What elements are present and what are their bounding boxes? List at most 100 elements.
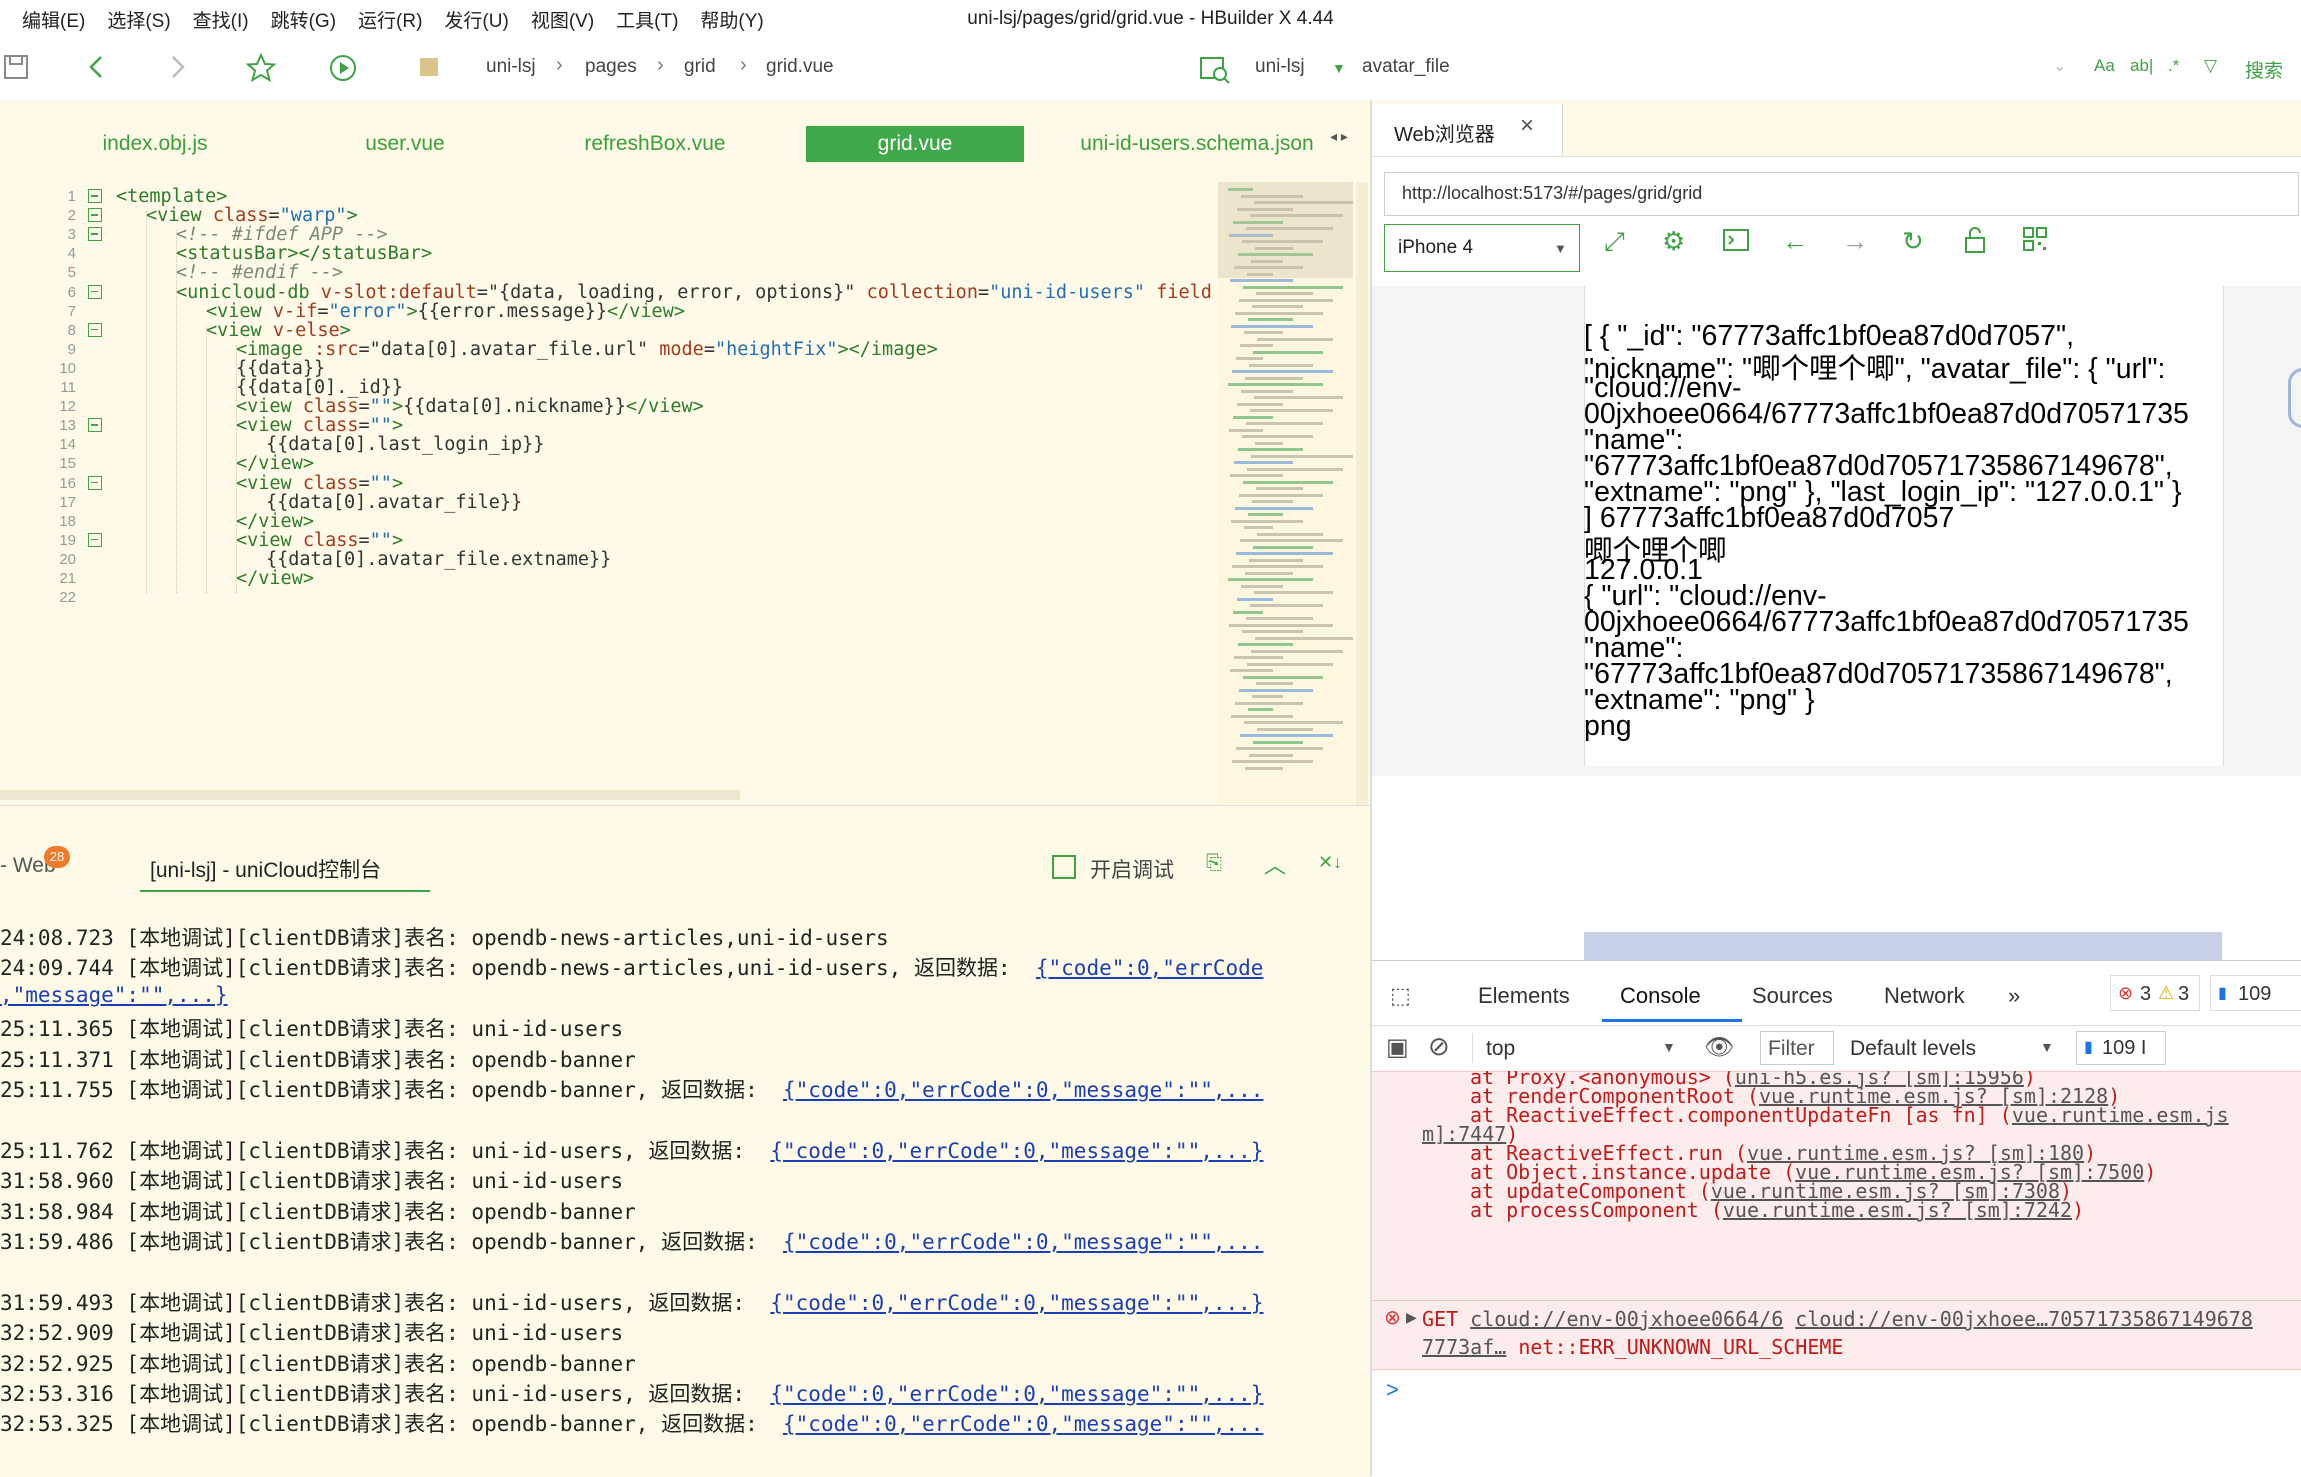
- export-icon[interactable]: ⎘: [1206, 852, 1222, 875]
- fold-icon[interactable]: [88, 284, 102, 299]
- fold-icon[interactable]: [88, 322, 102, 337]
- line-number: 11: [60, 379, 76, 396]
- context-selector[interactable]: top: [1486, 1037, 1515, 1061]
- log-data-link[interactable]: ,"message":"",...}: [0, 983, 228, 1007]
- code-token: <statusBar></statusBar>: [176, 243, 433, 265]
- log-data-link[interactable]: {"code":0,"errCode: [1036, 956, 1264, 980]
- code-line: <view class="">: [236, 415, 403, 436]
- minimap-line: [1240, 539, 1343, 542]
- tab-unicloud-console[interactable]: [uni-lsj] - uniCloud控制台: [150, 854, 381, 884]
- code-area[interactable]: <template> <view class="warp"> <!-- #ifdef…: [116, 182, 1216, 805]
- error-link[interactable]: 7773af…: [1422, 1335, 1506, 1359]
- stack-frame-link[interactable]: vue.runtime.esm.js: [2012, 1103, 2229, 1127]
- project-selector[interactable]: uni-lsj: [1255, 56, 1305, 78]
- fold-icon[interactable]: [88, 418, 102, 433]
- minimap-line: [1235, 701, 1303, 705]
- log-data-link[interactable]: {"code":0,"errCode":0,"message":"",...}: [770, 1382, 1263, 1406]
- match-case-icon[interactable]: Aa: [2094, 56, 2115, 76]
- filter-icon[interactable]: ▽: [2204, 56, 2217, 76]
- clear-icon[interactable]: ⊘: [1428, 1031, 1450, 1062]
- code-line: <image :src="data[0].avatar_file.url" mo…: [236, 339, 938, 360]
- tab-grid-vue[interactable]: grid.vue: [806, 126, 1024, 162]
- chevron-down-icon[interactable]: ▼: [2040, 1039, 2054, 1055]
- breadcrumb-item[interactable]: uni-lsj: [486, 56, 536, 78]
- error-link[interactable]: cloud://env-00jxhoee…70571735867149678: [1795, 1307, 2253, 1331]
- line-number: 20: [59, 550, 76, 568]
- horizontal-scrollbar[interactable]: [0, 790, 740, 800]
- forward-icon[interactable]: [160, 52, 194, 86]
- fold-icon[interactable]: [88, 189, 102, 203]
- clear-console-icon[interactable]: ✕↓: [1318, 852, 1342, 873]
- eye-icon[interactable]: 👁: [1704, 1033, 1734, 1062]
- code-line: {{data[0].last_login_ip}}: [266, 434, 544, 455]
- chevron-up-icon[interactable]: ︿: [1264, 848, 1286, 880]
- regex-icon[interactable]: .*: [2168, 56, 2179, 76]
- search-button[interactable]: 搜索: [2245, 56, 2283, 83]
- expand-triangle-icon[interactable]: ▶: [1406, 1309, 1417, 1326]
- log-data-link[interactable]: {"code":0,"errCode":0,"message":"",...}: [770, 1139, 1263, 1163]
- tab-network[interactable]: Network: [1884, 983, 1965, 1009]
- tabs-scroll-icon[interactable]: ◂ ▸: [1330, 128, 1348, 145]
- star-icon[interactable]: [244, 52, 278, 86]
- inspect-element-icon[interactable]: ⬚: [1390, 983, 1411, 1009]
- error-text: net::ERR_UNKNOWN_URL_SCHEME: [1506, 1335, 1844, 1359]
- log-levels-dropdown[interactable]: Default levels: [1850, 1037, 1976, 1061]
- sidebar-toggle-icon[interactable]: ▣: [1386, 1033, 1409, 1062]
- console-prompt[interactable]: >: [1386, 1377, 1399, 1403]
- minimap-line: [1243, 480, 1333, 484]
- code-token: v-else: [272, 319, 340, 341]
- chevron-down-icon[interactable]: ▼: [1662, 1039, 1676, 1055]
- more-tabs-icon[interactable]: »: [2008, 983, 2020, 1009]
- breadcrumb-item[interactable]: pages: [585, 56, 637, 78]
- match-word-icon[interactable]: ab|: [2130, 56, 2153, 76]
- code-token: v-if: [272, 300, 318, 322]
- stack-frame-link[interactable]: vue.runtime.esm.js? [sm]:7242: [1723, 1198, 2072, 1222]
- log-text: 31:59.493 [本地调试][clientDB请求]表名: uni-id-u…: [0, 1290, 771, 1315]
- log-data-link[interactable]: {"code":0,"errCode":0,"message":"",...: [783, 1230, 1263, 1254]
- breadcrumb-item[interactable]: grid.vue: [766, 56, 834, 78]
- fold-icon[interactable]: [88, 475, 102, 490]
- line-number: 6: [67, 283, 76, 301]
- minimap[interactable]: [1218, 182, 1353, 805]
- minimap-viewport[interactable]: [1218, 182, 1353, 278]
- code-token: <view: [236, 415, 303, 437]
- tab-user-vue[interactable]: user.vue: [320, 126, 490, 162]
- code-token: "warp": [279, 205, 347, 227]
- tab-elements[interactable]: Elements: [1478, 983, 1570, 1009]
- breadcrumb-item[interactable]: grid: [684, 56, 716, 78]
- log-data-link[interactable]: {"code":0,"errCode":0,"message":"",...: [783, 1412, 1263, 1436]
- tab-console[interactable]: Console: [1620, 983, 1701, 1009]
- code-token: v-slot:default: [320, 281, 477, 303]
- tab-refreshbox-vue[interactable]: refreshBox.vue: [560, 126, 750, 162]
- minimap-line: [1243, 285, 1343, 289]
- chevron-down-icon[interactable]: ⌄: [2053, 56, 2066, 76]
- floating-ball[interactable]: [2288, 368, 2301, 428]
- minimap-line: [1249, 753, 1293, 757]
- code-token: mode: [659, 338, 704, 360]
- tab-uni-id-users-schema-json[interactable]: uni-id-users.schema.json: [1072, 126, 1322, 162]
- log-data-link[interactable]: {"code":0,"errCode":0,"message":"",...: [783, 1078, 1263, 1102]
- search-field[interactable]: avatar_file: [1362, 56, 1450, 78]
- chevron-down-icon[interactable]: ▼: [1332, 60, 1346, 76]
- debug-checkbox[interactable]: [1052, 855, 1076, 879]
- tab-index-obj-js[interactable]: index.obj.js: [70, 126, 240, 162]
- cloud-project-icon[interactable]: [1198, 52, 1232, 91]
- console-log-line: 31:59.493 [本地调试][clientDB请求]表名: uni-id-u…: [0, 1287, 1263, 1317]
- run-icon[interactable]: [326, 52, 360, 86]
- back-icon[interactable]: [80, 52, 114, 86]
- code-line: </view>: [236, 453, 314, 474]
- minimap-line: [1247, 467, 1343, 471]
- minimap-line: [1253, 740, 1303, 744]
- code-token: <view: [146, 205, 213, 227]
- editor-scrollbar[interactable]: [1356, 182, 1368, 805]
- tab-sources[interactable]: Sources: [1752, 983, 1833, 1009]
- minimap-line: [1246, 617, 1313, 620]
- fold-icon[interactable]: [88, 532, 102, 547]
- fold-icon[interactable]: [88, 227, 102, 242]
- line-number: 22: [59, 589, 76, 607]
- save-icon[interactable]: [0, 52, 34, 86]
- code-token: >: [391, 472, 404, 494]
- log-data-link[interactable]: {"code":0,"errCode":0,"message":"",...}: [770, 1291, 1263, 1315]
- error-link[interactable]: cloud://env-00jxhoee0664/6: [1470, 1307, 1783, 1331]
- fold-icon[interactable]: [88, 208, 102, 223]
